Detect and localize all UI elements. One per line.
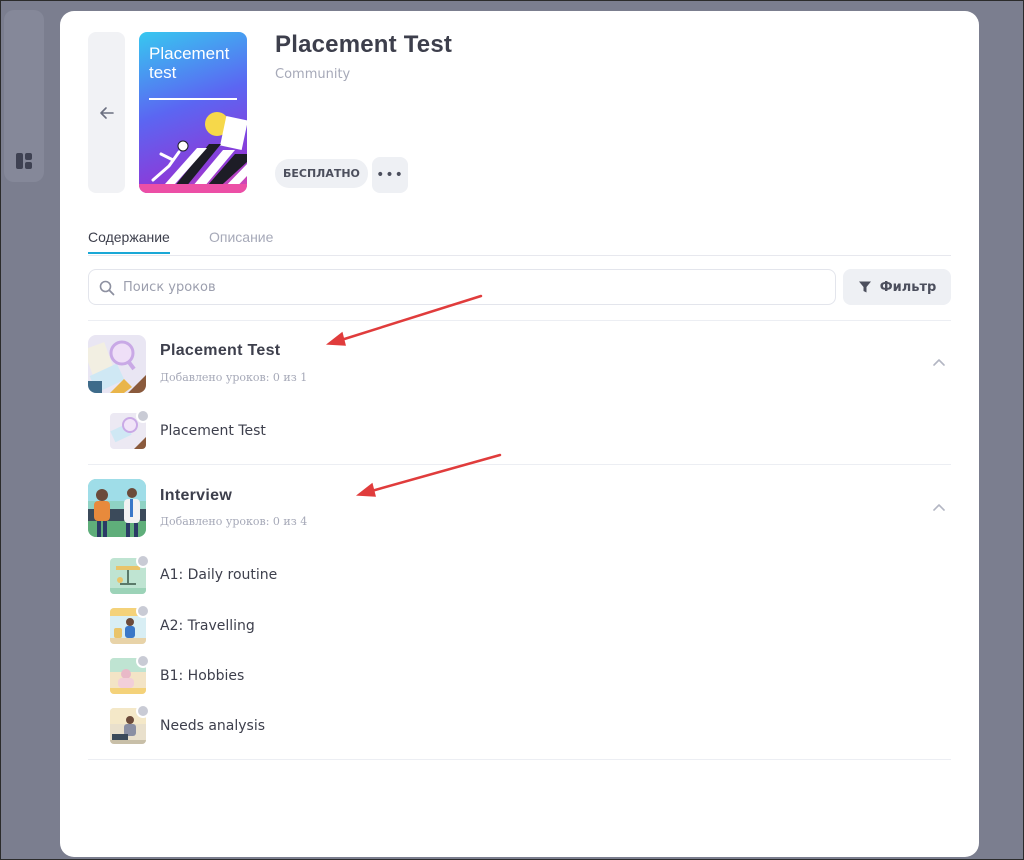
section-thumbnail xyxy=(88,335,146,393)
annotation-arrow xyxy=(355,453,502,497)
filter-label: Фильтр xyxy=(879,279,937,295)
sidebar-backdrop xyxy=(4,10,44,182)
cover-title: Placement test xyxy=(149,44,230,82)
grid-icon xyxy=(16,153,32,169)
filter-icon xyxy=(858,281,871,293)
section-title[interactable]: Interview xyxy=(160,487,232,505)
content-tabs: Содержание Описание xyxy=(88,225,951,256)
section-lesson-count: Добавлено уроков: 0 из 4 xyxy=(160,515,308,528)
lesson-thumbnail xyxy=(110,704,150,744)
divider xyxy=(88,320,951,321)
lesson-item[interactable]: Needs analysis xyxy=(160,718,265,734)
lesson-item[interactable]: Placement Test xyxy=(160,423,266,439)
chevron-up-icon[interactable] xyxy=(930,354,948,372)
eye-icon xyxy=(136,654,150,668)
price-badge: БЕСПЛАТНО xyxy=(275,159,368,188)
lesson-item[interactable]: B1: Hobbies xyxy=(160,668,244,684)
course-modal: Placement test Placement Test Community … xyxy=(60,11,979,857)
divider xyxy=(88,464,951,465)
lesson-thumbnail xyxy=(110,409,150,449)
eye-icon xyxy=(136,409,150,423)
tab-contents[interactable]: Содержание xyxy=(88,229,170,254)
eye-icon xyxy=(136,704,150,718)
eye-icon xyxy=(136,554,150,568)
lesson-item[interactable]: A1: Daily routine xyxy=(160,567,277,583)
more-options-button[interactable]: ••• xyxy=(372,157,408,193)
lesson-item[interactable]: A2: Travelling xyxy=(160,618,255,634)
lesson-thumbnail xyxy=(110,554,150,594)
course-cover: Placement test xyxy=(139,32,247,193)
eye-icon xyxy=(136,604,150,618)
lesson-thumbnail xyxy=(110,604,150,644)
search-icon xyxy=(99,280,115,296)
cover-illustration xyxy=(139,112,247,193)
course-author[interactable]: Community xyxy=(275,67,350,82)
cover-divider xyxy=(149,98,237,100)
section-lesson-count: Добавлено уроков: 0 из 1 xyxy=(160,371,308,384)
chevron-up-icon[interactable] xyxy=(930,499,948,517)
section-title[interactable]: Placement Test xyxy=(160,342,280,360)
filter-button[interactable]: Фильтр xyxy=(843,269,951,305)
search-input[interactable] xyxy=(123,270,823,304)
section-thumbnail xyxy=(88,479,146,537)
course-title: Placement Test xyxy=(275,31,453,58)
tab-description[interactable]: Описание xyxy=(209,229,273,252)
lesson-thumbnail xyxy=(110,654,150,694)
divider xyxy=(88,759,951,760)
arrow-left-icon xyxy=(99,106,114,119)
back-button[interactable] xyxy=(88,32,125,193)
search-field[interactable] xyxy=(88,269,836,305)
